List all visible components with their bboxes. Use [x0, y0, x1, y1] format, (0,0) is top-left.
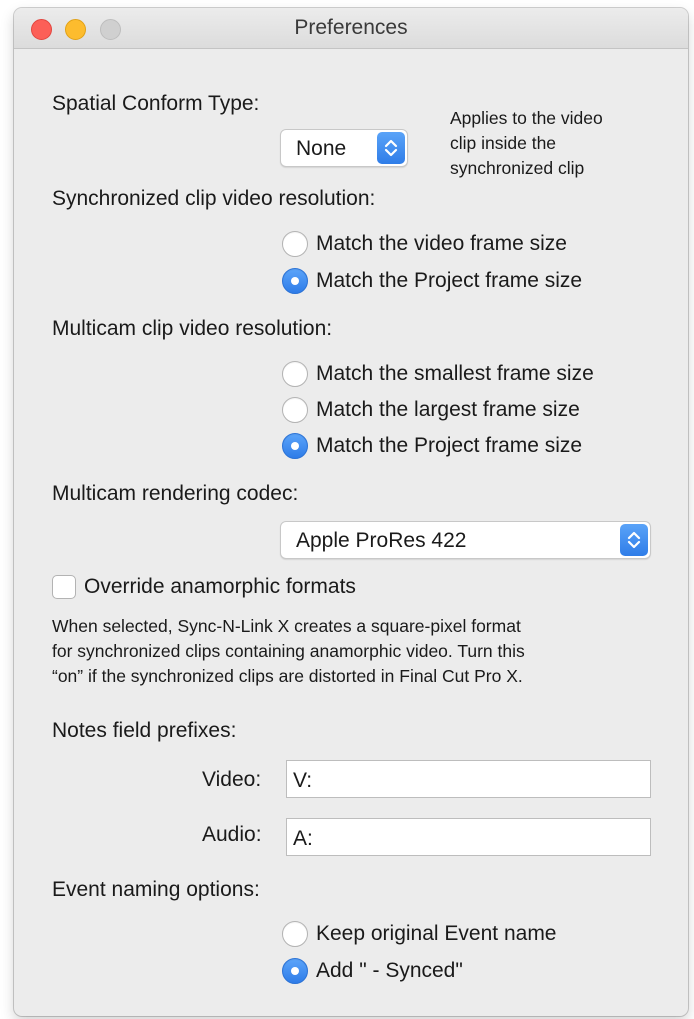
radio-multicam-match-project-frame-label[interactable]: Match the Project frame size [316, 434, 582, 458]
note-line: synchronized clip [450, 158, 585, 178]
codec-value: Apple ProRes 422 [296, 529, 467, 552]
preferences-window: Preferences Spatial Conform Type: None A… [14, 8, 688, 1016]
radio-multicam-match-project-frame[interactable] [282, 433, 308, 459]
radio-match-video-frame[interactable] [282, 231, 308, 257]
spatial-conform-value: None [296, 137, 347, 160]
note-line: Applies to the video [450, 108, 603, 128]
video-prefix-input[interactable]: V: [286, 760, 651, 798]
video-prefix-label: Video: [202, 768, 262, 791]
radio-match-video-frame-label[interactable]: Match the video frame size [316, 232, 567, 256]
codec-label: Multicam rendering codec: [52, 482, 299, 505]
radio-match-largest-frame[interactable] [282, 397, 308, 423]
anamorphic-checkbox[interactable] [52, 575, 76, 599]
radio-keep-event-name[interactable] [282, 921, 308, 947]
radio-sync-match-project-frame[interactable] [282, 268, 308, 294]
radio-add-synced[interactable] [282, 958, 308, 984]
title-bar: Preferences [14, 8, 688, 49]
note-line: clip inside the [450, 133, 557, 153]
popup-stepper-icon [620, 524, 648, 556]
description-line: When selected, Sync-N-Link X creates a s… [52, 616, 521, 636]
anamorphic-label[interactable]: Override anamorphic formats [84, 575, 356, 599]
audio-prefix-label: Audio: [202, 823, 262, 846]
codec-popup[interactable]: Apple ProRes 422 [280, 521, 651, 559]
spatial-conform-note: Applies to the video clip inside the syn… [450, 106, 603, 181]
radio-sync-match-project-frame-label[interactable]: Match the Project frame size [316, 269, 582, 293]
anamorphic-description: When selected, Sync-N-Link X creates a s… [52, 614, 525, 689]
radio-add-synced-label[interactable]: Add " - Synced" [316, 959, 463, 983]
event-naming-label: Event naming options: [52, 878, 260, 901]
radio-match-largest-frame-label[interactable]: Match the largest frame size [316, 398, 580, 422]
spatial-conform-label: Spatial Conform Type: [52, 92, 260, 115]
radio-match-smallest-frame[interactable] [282, 361, 308, 387]
description-line: “on” if the synchronized clips are disto… [52, 666, 523, 686]
radio-keep-event-name-label[interactable]: Keep original Event name [316, 922, 557, 946]
spatial-conform-popup[interactable]: None [280, 129, 408, 167]
multicam-resolution-label: Multicam clip video resolution: [52, 317, 333, 340]
window-title: Preferences [294, 16, 408, 39]
sync-resolution-label: Synchronized clip video resolution: [52, 187, 376, 210]
notes-prefix-label: Notes field prefixes: [52, 719, 237, 742]
audio-prefix-input[interactable]: A: [286, 818, 651, 856]
radio-match-smallest-frame-label[interactable]: Match the smallest frame size [316, 362, 594, 386]
description-line: for synchronized clips containing anamor… [52, 641, 525, 661]
popup-stepper-icon [377, 132, 405, 164]
